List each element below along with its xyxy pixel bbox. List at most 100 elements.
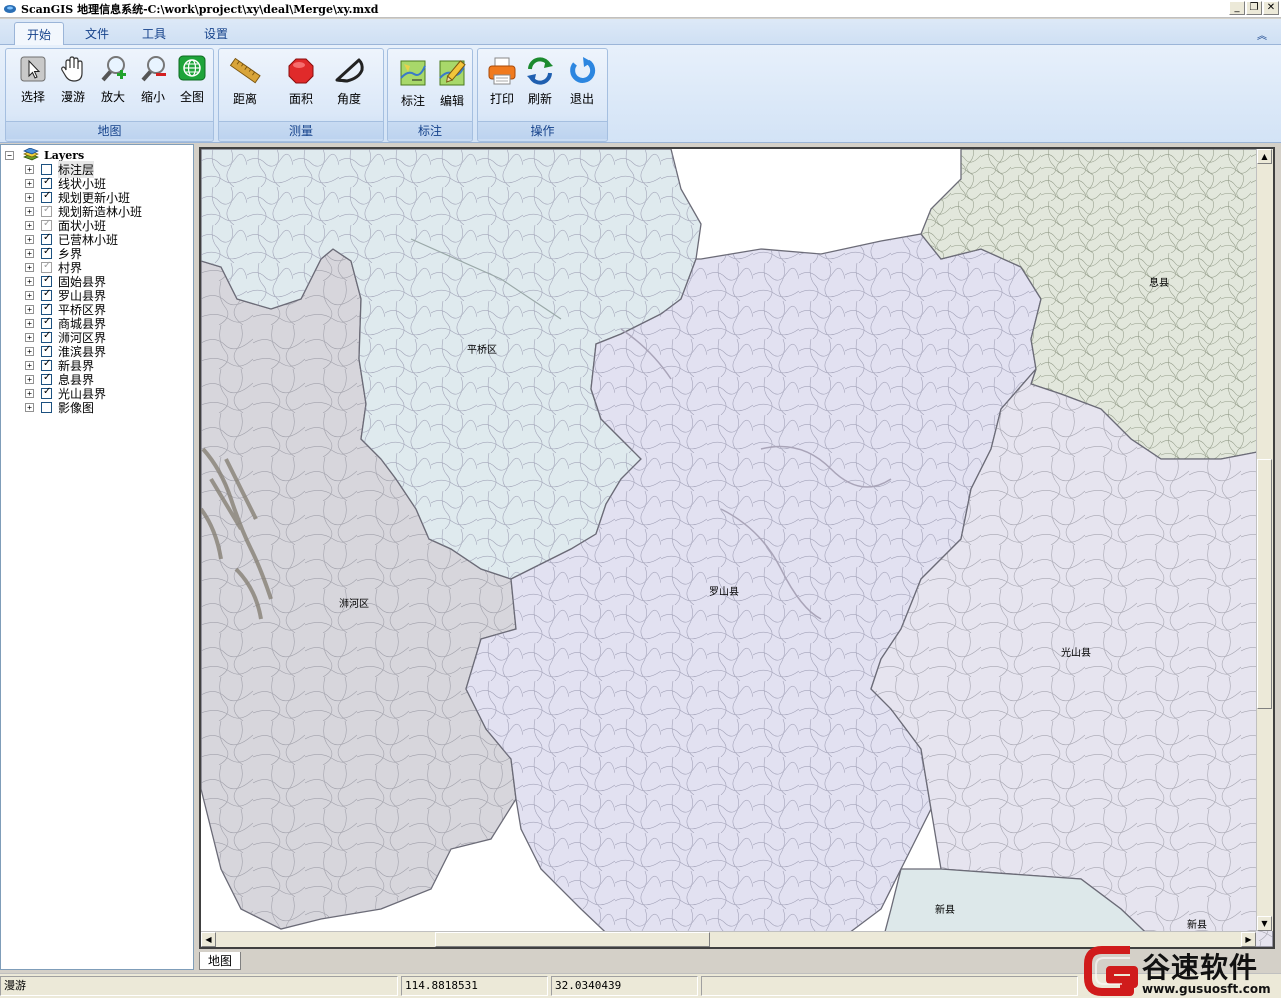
label-shihe: 浉河区 xyxy=(339,598,369,610)
ribbon-group-map: 选择 漫游 放大 缩小 全图 地图 xyxy=(5,48,214,142)
expand-icon[interactable]: + xyxy=(25,178,34,188)
tab-map[interactable]: 地图 xyxy=(199,952,242,970)
exit-button[interactable]: 退出 xyxy=(562,55,602,109)
tab-tools[interactable]: 工具 xyxy=(130,22,178,45)
layer-checkbox[interactable]: ✓ xyxy=(41,330,52,343)
map-view[interactable]: 平桥区 罗山县 浉河区 光山县 息县 新县 新县 xyxy=(199,147,1275,949)
ribbon-group-label: 标注 编辑 标注 xyxy=(387,48,473,142)
hand-pan-icon xyxy=(57,53,89,85)
zoom-in-icon xyxy=(97,53,129,85)
layer-checkbox[interactable]: ✓ xyxy=(41,372,52,385)
layer-checkbox[interactable]: ✓ xyxy=(41,246,52,259)
scroll-down-icon[interactable]: ▼ xyxy=(1257,916,1272,931)
expand-icon[interactable]: + xyxy=(25,374,34,384)
angle-button[interactable]: 角度 xyxy=(329,55,369,109)
layer-checkbox[interactable]: ✓ xyxy=(41,358,52,371)
restore-button[interactable]: ❐ xyxy=(1246,1,1262,15)
expand-icon[interactable]: + xyxy=(25,248,34,258)
expand-icon[interactable]: + xyxy=(25,290,34,300)
scroll-left-icon[interactable]: ◀ xyxy=(201,932,216,947)
label-guangshan: 光山县 xyxy=(1061,646,1091,659)
watermark: 谷速软件 www.gusuosft.com xyxy=(1082,944,1281,998)
area-button[interactable]: 面积 xyxy=(281,55,321,109)
expand-icon[interactable]: + xyxy=(25,346,34,356)
checkmark-icon: ✓ xyxy=(43,175,52,187)
label-map-icon xyxy=(397,57,429,89)
expand-icon[interactable]: + xyxy=(25,402,34,412)
zoom-out-button[interactable]: 缩小 xyxy=(133,53,173,107)
group-label-map: 地图 xyxy=(6,121,213,139)
layer-checkbox[interactable] xyxy=(41,163,52,175)
expand-icon[interactable]: + xyxy=(25,276,34,286)
checkmark-icon: ✓ xyxy=(43,203,52,215)
close-icon: ✕ xyxy=(1266,2,1276,13)
layer-checkbox[interactable]: ✓ xyxy=(41,175,52,189)
close-button[interactable]: ✕ xyxy=(1263,1,1279,15)
layer-checkbox[interactable]: ✓ xyxy=(41,273,52,287)
group-label-measure: 测量 xyxy=(219,121,383,139)
layer-checkbox[interactable]: ✓ xyxy=(41,302,52,315)
expand-icon[interactable]: + xyxy=(25,360,34,370)
expand-icon[interactable]: + xyxy=(25,220,34,230)
ribbon-collapse-icon[interactable]: ︽ xyxy=(1257,27,1267,42)
globe-icon xyxy=(176,53,208,85)
checkmark-icon: ✓ xyxy=(43,231,52,243)
zoom-out-label: 缩小 xyxy=(140,90,165,104)
pan-button[interactable]: 漫游 xyxy=(53,53,93,107)
tab-file[interactable]: 文件 xyxy=(73,22,121,45)
group-label-operate: 操作 xyxy=(478,121,607,139)
layer-checkbox[interactable]: ✓ xyxy=(41,218,52,231)
layer-checkbox[interactable]: ✓ xyxy=(41,231,52,245)
edit-button[interactable]: 编辑 xyxy=(432,57,472,111)
tab-start[interactable]: 开始 xyxy=(14,22,65,45)
ruler-icon xyxy=(229,55,261,87)
map-vertical-scrollbar[interactable]: ▲ ▼ xyxy=(1256,149,1273,931)
distance-button[interactable]: 距离 xyxy=(225,55,265,109)
zoom-in-button[interactable]: 放大 xyxy=(93,53,133,107)
expand-icon[interactable]: + xyxy=(25,164,34,174)
layer-checkbox[interactable]: ✓ xyxy=(41,189,52,203)
expand-icon[interactable]: + xyxy=(25,192,34,202)
edit-label: 编辑 xyxy=(439,94,464,108)
checkmark-icon: ✓ xyxy=(43,189,52,201)
collapse-icon[interactable]: − xyxy=(5,150,14,160)
select-label: 选择 xyxy=(20,90,45,104)
print-button[interactable]: 打印 xyxy=(482,55,522,109)
expand-icon[interactable]: + xyxy=(25,262,34,272)
refresh-button[interactable]: 刷新 xyxy=(520,55,560,109)
select-button[interactable]: 选择 xyxy=(13,53,53,107)
status-mode: 漫游 xyxy=(0,976,398,996)
layer-checkbox[interactable] xyxy=(41,401,52,413)
layer-checkbox[interactable]: ✓ xyxy=(41,260,52,273)
expand-icon[interactable]: + xyxy=(25,304,34,314)
layer-checkbox[interactable]: ✓ xyxy=(41,386,52,399)
layer-checkbox[interactable]: ✓ xyxy=(41,203,52,217)
map-canvas[interactable]: 平桥区 罗山县 浉河区 光山县 息县 新县 新县 xyxy=(201,149,1273,947)
minimize-button[interactable]: _ xyxy=(1229,1,1245,15)
layer-checkbox[interactable]: ✓ xyxy=(41,344,52,357)
exit-icon xyxy=(566,55,598,87)
vertical-scroll-thumb[interactable] xyxy=(1257,459,1272,709)
checkmark-icon: ✓ xyxy=(43,273,52,285)
horizontal-scroll-thumb[interactable] xyxy=(435,932,710,947)
expand-icon[interactable]: + xyxy=(25,206,34,216)
watermark-logo-icon xyxy=(1084,946,1138,996)
full-extent-button[interactable]: 全图 xyxy=(172,53,212,107)
expand-icon[interactable]: + xyxy=(25,332,34,342)
refresh-label: 刷新 xyxy=(527,92,552,106)
expand-icon[interactable]: + xyxy=(25,388,34,398)
zoom-in-label: 放大 xyxy=(100,90,125,104)
label-button[interactable]: 标注 xyxy=(393,57,433,111)
expand-icon[interactable]: + xyxy=(25,318,34,328)
layer-item[interactable]: + 影像图 xyxy=(25,400,94,415)
expand-icon[interactable]: + xyxy=(25,234,34,244)
layers-stack-icon xyxy=(23,148,39,161)
ribbon-group-measure: 距离 面积 角度 测量 xyxy=(218,48,384,142)
tab-settings[interactable]: 设置 xyxy=(192,22,240,45)
label-luoshan: 罗山县 xyxy=(709,586,739,598)
scroll-up-icon[interactable]: ▲ xyxy=(1257,149,1272,164)
layer-checkbox[interactable]: ✓ xyxy=(41,315,52,329)
checkmark-icon: ✓ xyxy=(43,315,52,327)
layer-checkbox[interactable]: ✓ xyxy=(41,288,52,301)
edit-map-icon xyxy=(436,57,468,89)
